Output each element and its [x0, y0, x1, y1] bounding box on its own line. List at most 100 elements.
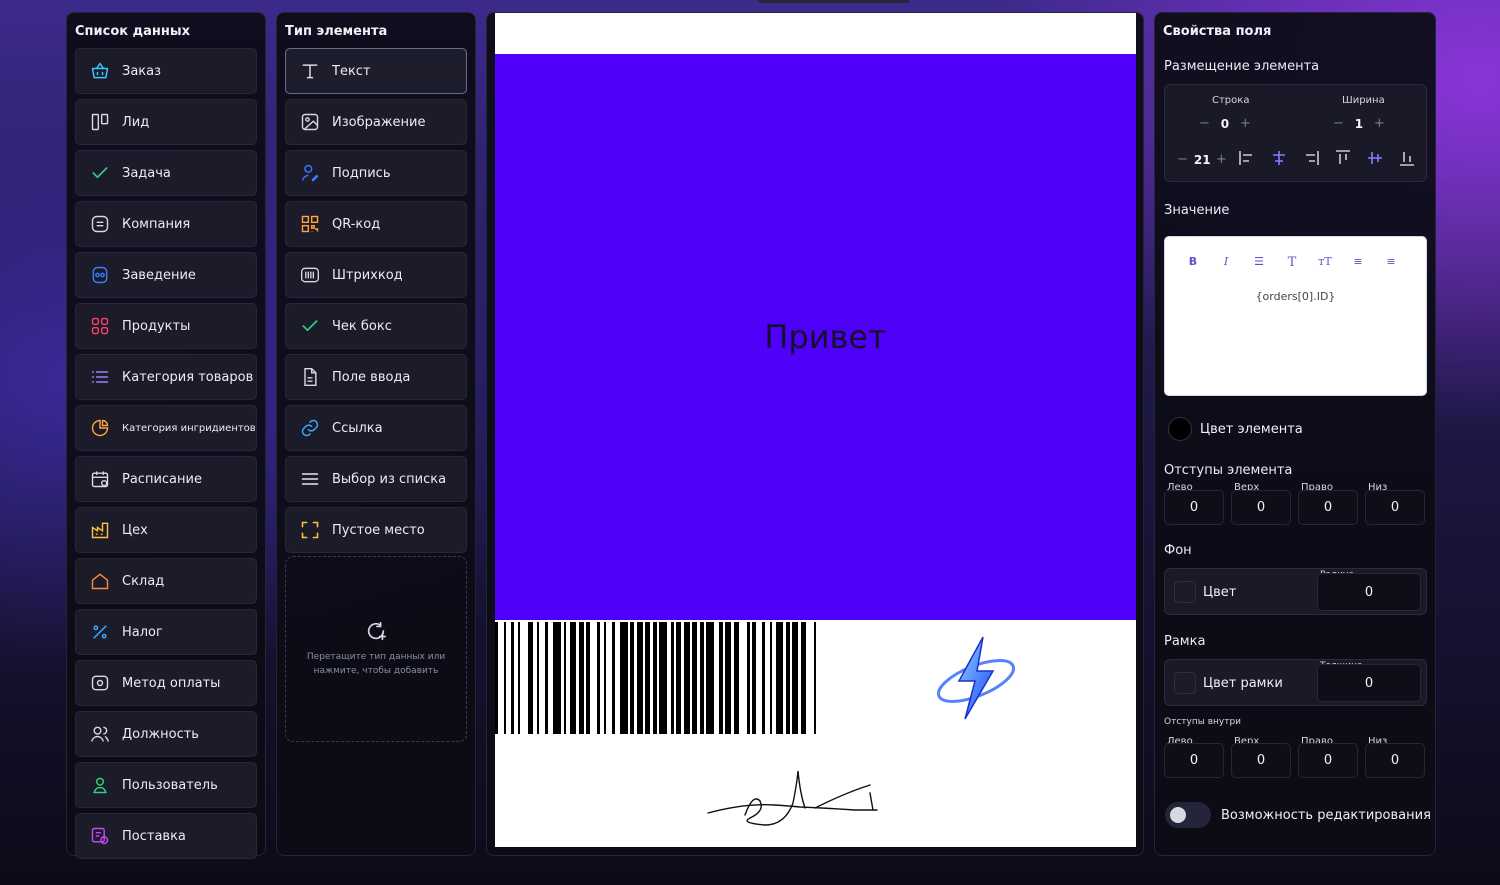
data-list-item[interactable]: Пользователь: [75, 762, 257, 808]
data-list-item[interactable]: Налог: [75, 609, 257, 655]
data-list-item[interactable]: Должность: [75, 711, 257, 757]
element-type-item[interactable]: Поле ввода: [285, 354, 467, 400]
margin-input[interactable]: 0: [1298, 490, 1358, 525]
row-decrement-button[interactable]: −: [1199, 116, 1210, 131]
barcode-bar: [537, 622, 539, 734]
margin-input[interactable]: 0: [1231, 490, 1291, 525]
alignment-toolbar: [1237, 148, 1417, 168]
align-center-h-icon[interactable]: [1269, 148, 1289, 168]
barcode-bar: [706, 622, 714, 734]
barcode-bar: [770, 622, 772, 734]
align-left-icon[interactable]: [1237, 148, 1257, 168]
margin-input[interactable]: 0: [1365, 490, 1425, 525]
data-list-item[interactable]: Склад: [75, 558, 257, 604]
margins-title: Отступы элемента: [1164, 463, 1293, 478]
barcode-bar: [786, 622, 790, 734]
value-title: Значение: [1164, 203, 1230, 218]
grid-icon: [90, 316, 110, 336]
data-list-item[interactable]: Заведение: [75, 252, 257, 298]
barcode-bar: [545, 622, 548, 734]
barcode-bar: [671, 622, 674, 734]
value-editor[interactable]: B I ☰ T ᴛT ≡ ≡ {orders[0].ID}: [1164, 236, 1427, 396]
row-increment-button[interactable]: +: [1240, 116, 1251, 131]
text-align-left-icon[interactable]: ≡: [1350, 255, 1366, 270]
element-type-item[interactable]: Изображение: [285, 99, 467, 145]
data-list-item[interactable]: Задача: [75, 150, 257, 196]
padding-input[interactable]: 0: [1231, 743, 1291, 778]
list-icon: [90, 367, 110, 387]
align-bottom-icon[interactable]: [1397, 148, 1417, 168]
element-type-item[interactable]: Пустое место: [285, 507, 467, 553]
font-size-icon[interactable]: ᴛT: [1317, 255, 1333, 270]
editor-content[interactable]: {orders[0].ID}: [1165, 290, 1426, 303]
data-list-item-label: Компания: [122, 216, 191, 232]
element-type-item-label: Чек бокс: [332, 318, 392, 334]
element-type-item[interactable]: Выбор из списка: [285, 456, 467, 502]
row-value[interactable]: 0: [1220, 117, 1230, 131]
padding-input[interactable]: 0: [1164, 743, 1224, 778]
barcode-bar: [564, 622, 566, 734]
element-type-item-label: Текст: [332, 63, 371, 79]
columns-icon: [90, 112, 110, 132]
width-stepper: − 1 +: [1323, 116, 1395, 131]
align-center-v-icon[interactable]: [1365, 148, 1385, 168]
align-top-icon[interactable]: [1333, 148, 1353, 168]
element-color-swatch[interactable]: [1168, 417, 1192, 441]
width-value[interactable]: 1: [1354, 117, 1364, 131]
data-list-item[interactable]: Расписание: [75, 456, 257, 502]
element-type-item[interactable]: QR-код: [285, 201, 467, 247]
barcode-block[interactable]: [495, 622, 817, 734]
font-size-decrement-button[interactable]: −: [1177, 152, 1188, 167]
element-type-item[interactable]: Подпись: [285, 150, 467, 196]
italic-icon[interactable]: I: [1218, 255, 1234, 270]
padding-title: Отступы внутри: [1164, 717, 1242, 727]
barcode-bar: [630, 622, 634, 734]
editor-toolbar: B I ☰ T ᴛT ≡ ≡: [1185, 255, 1399, 270]
lightning-image[interactable]: [931, 633, 1021, 723]
padding-input[interactable]: 0: [1365, 743, 1425, 778]
font-icon[interactable]: T: [1284, 255, 1300, 270]
data-list-item[interactable]: Цех: [75, 507, 257, 553]
data-list-item[interactable]: Продукты: [75, 303, 257, 349]
padding-input[interactable]: 0: [1298, 743, 1358, 778]
barcode-bar: [700, 622, 704, 734]
width-increment-button[interactable]: +: [1374, 116, 1385, 131]
data-list-item[interactable]: Заказ: [75, 48, 257, 94]
editable-toggle[interactable]: [1165, 802, 1211, 828]
data-list-item[interactable]: Категория ингридиентов: [75, 405, 257, 451]
data-list-panel: Список данных Заказ Лид Задача Компания Заве…: [66, 12, 266, 859]
data-list-item[interactable]: Категория товаров: [75, 354, 257, 400]
data-list-item-label: Категория ингридиентов: [122, 422, 256, 434]
bullet-list-icon[interactable]: ☰: [1251, 255, 1267, 270]
text-align-center-icon[interactable]: ≡: [1383, 255, 1399, 270]
font-size-increment-button[interactable]: +: [1216, 152, 1227, 167]
data-list-item[interactable]: Лид: [75, 99, 257, 145]
barcode-bar: [495, 622, 498, 734]
width-decrement-button[interactable]: −: [1333, 116, 1344, 131]
element-type-item[interactable]: Ссылка: [285, 405, 467, 451]
background-box: Цвет Радиус 0: [1164, 568, 1427, 615]
placement-title: Размещение элемента: [1164, 59, 1320, 74]
element-type-item[interactable]: Штрихкод: [285, 252, 467, 298]
margin-input[interactable]: 0: [1164, 490, 1224, 525]
text-block[interactable]: Привет: [495, 54, 1136, 620]
barcode-icon: [300, 265, 320, 285]
signature-image[interactable]: [705, 763, 880, 828]
document-canvas[interactable]: Привет: [495, 13, 1136, 847]
bold-icon[interactable]: B: [1185, 255, 1201, 270]
element-type-item-label: QR-код: [332, 216, 381, 232]
font-size-value[interactable]: 21: [1194, 153, 1211, 167]
dropzone[interactable]: Перетащите тип данных или нажмите, чтобы…: [285, 556, 467, 742]
data-list-item[interactable]: Поставка: [75, 813, 257, 859]
background-color-chip[interactable]: [1174, 581, 1196, 603]
data-list-item[interactable]: Компания: [75, 201, 257, 247]
element-type-item[interactable]: Текст: [285, 48, 467, 94]
barcode-bar: [725, 622, 731, 734]
data-list-item[interactable]: Метод оплаты: [75, 660, 257, 706]
radius-input[interactable]: 0: [1317, 573, 1421, 611]
border-color-chip[interactable]: [1174, 672, 1196, 694]
element-type-item[interactable]: Чек бокс: [285, 303, 467, 349]
placement-box: Строка − 0 + Ширина − 1 + − 21 +: [1164, 84, 1427, 182]
align-right-icon[interactable]: [1301, 148, 1321, 168]
thickness-input[interactable]: 0: [1317, 664, 1421, 702]
